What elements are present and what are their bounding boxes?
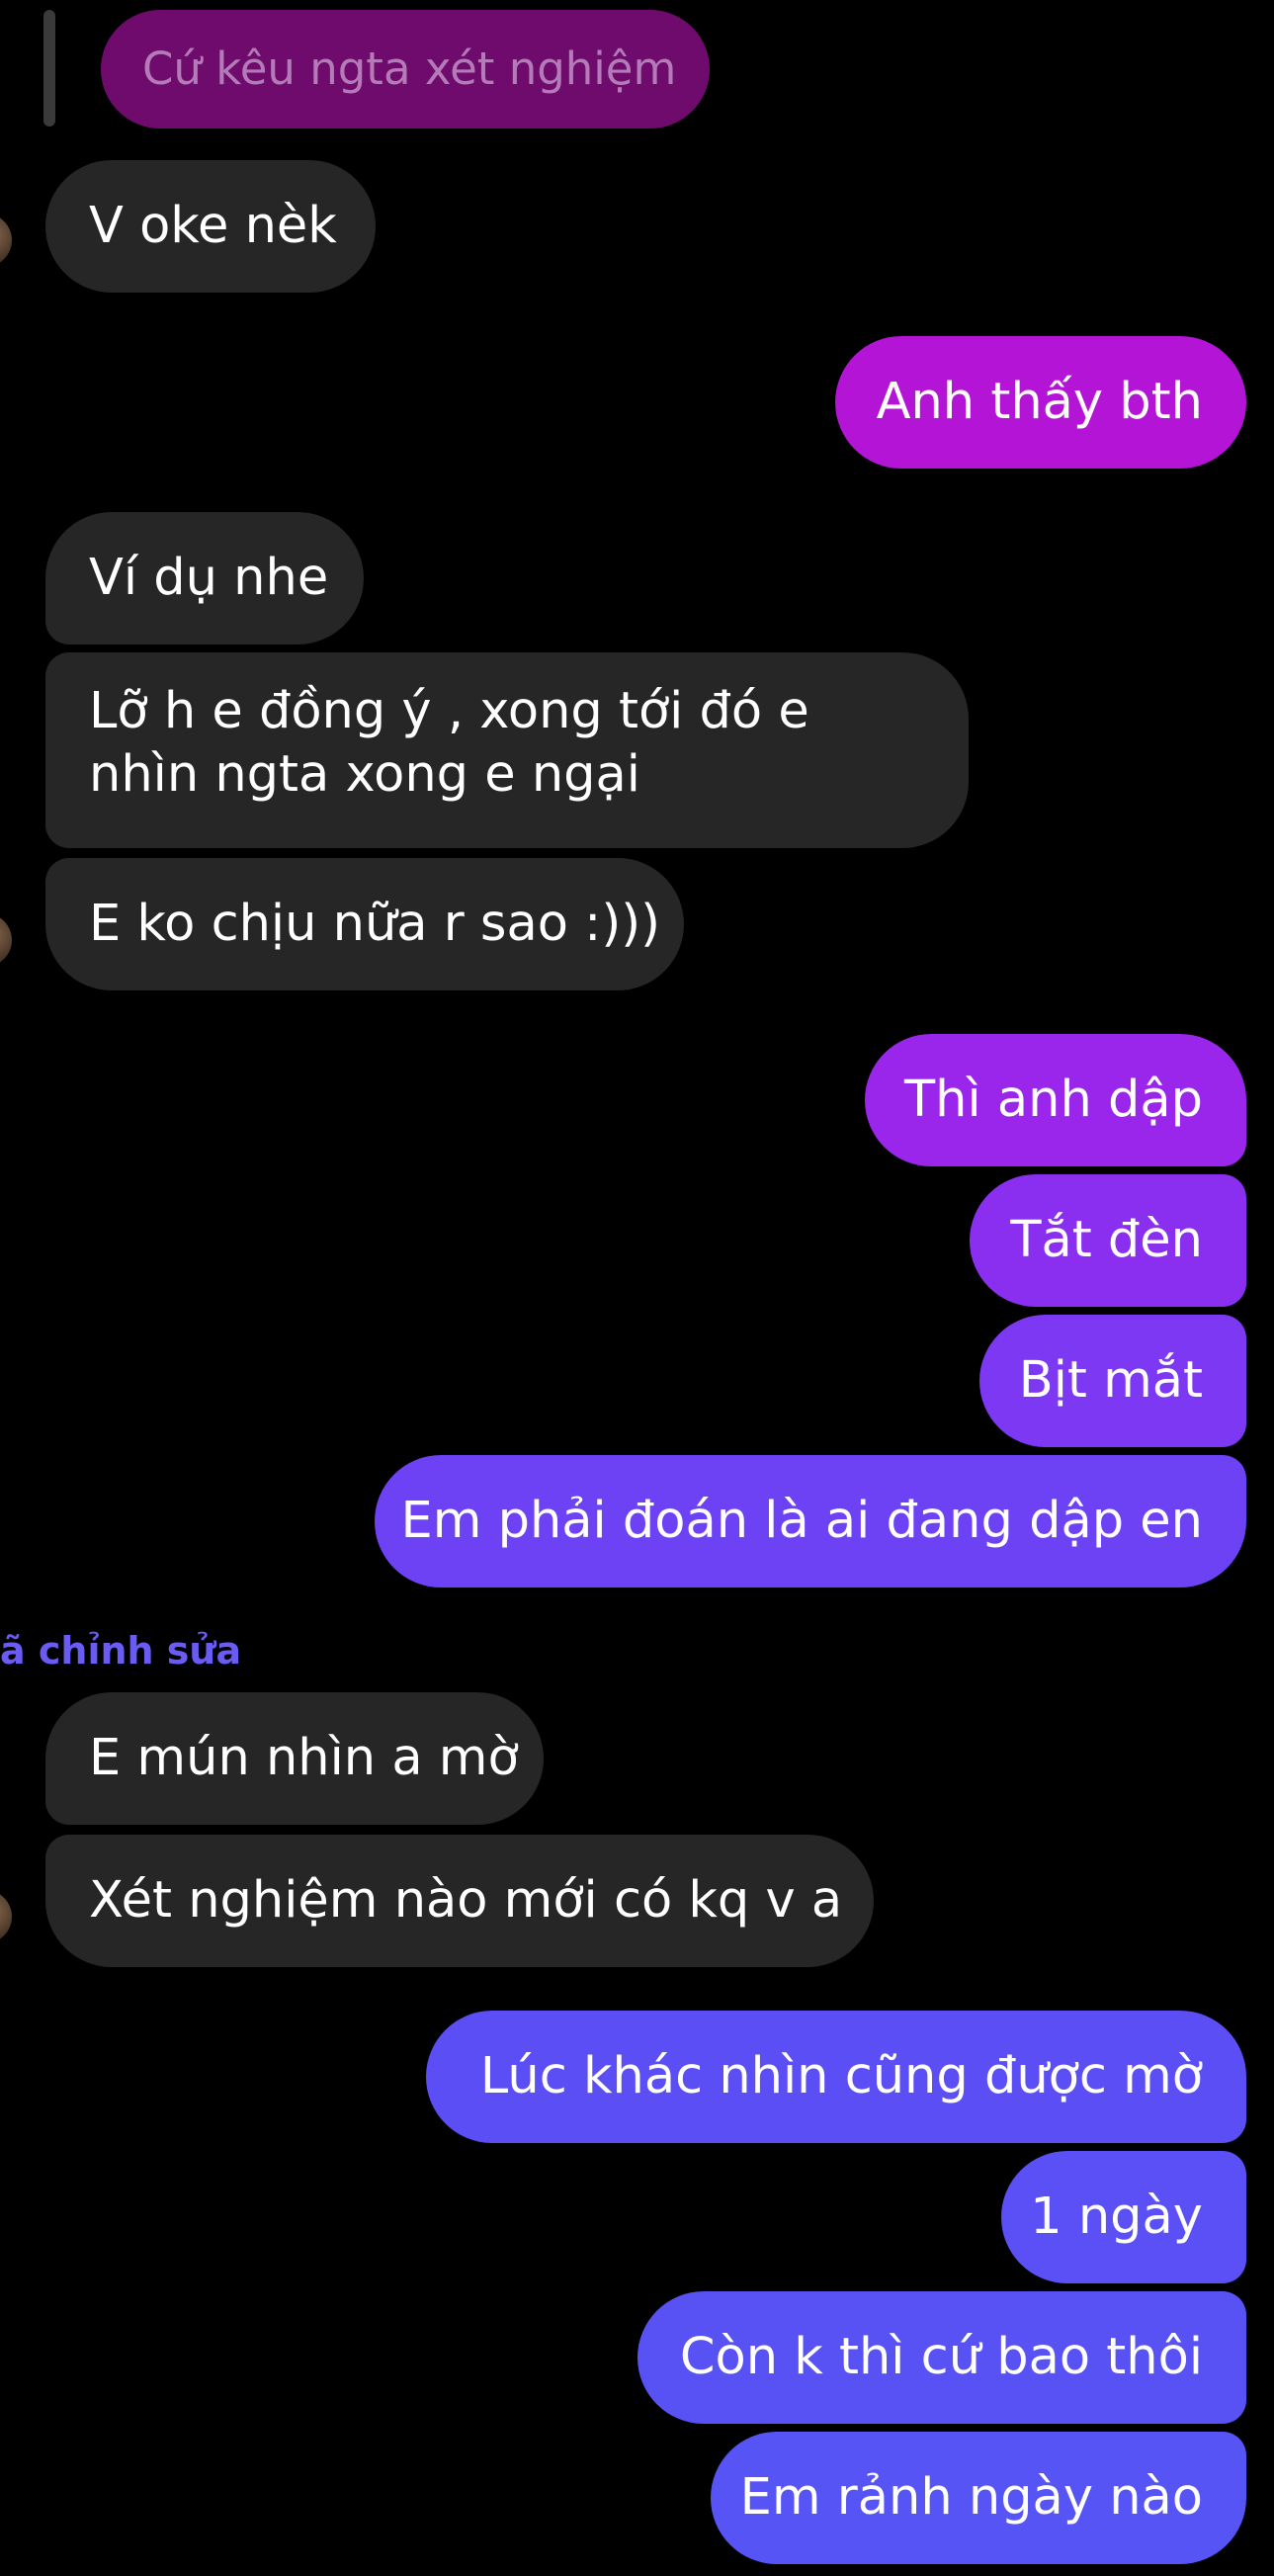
message-text: Bịt mắt: [1018, 1351, 1203, 1410]
message-outgoing[interactable]: Bịt mắt: [979, 1315, 1246, 1447]
message-outgoing[interactable]: 1 ngày: [1001, 2151, 1246, 2283]
message-text: Em rảnh ngày nào: [739, 2468, 1203, 2527]
contact-avatar[interactable]: [0, 1890, 12, 1943]
message-outgoing[interactable]: Anh thấy bth: [835, 336, 1246, 469]
message-text: E ko chịu nữa r sao :))): [89, 895, 661, 953]
message-text: Lúc khác nhìn cũng được mờ: [479, 2047, 1203, 2105]
message-incoming[interactable]: E mún nhìn a mờ: [45, 1692, 544, 1825]
message-text: Thì anh dập: [904, 1071, 1203, 1129]
message-text: Xét nghiệm nào mới có kq v a: [89, 1871, 843, 1930]
edited-label: ã chỉnh sửa: [0, 1629, 242, 1673]
message-text: V oke nèk: [89, 197, 337, 255]
message-incoming[interactable]: Ví dụ nhe: [45, 512, 364, 644]
message-outgoing[interactable]: Thì anh dập: [865, 1034, 1246, 1166]
message-outgoing[interactable]: Em rảnh ngày nào: [711, 2432, 1246, 2564]
message-incoming[interactable]: Lỡ h e đồng ý , xong tới đó e nhìn ngta …: [45, 652, 969, 848]
message-outgoing[interactable]: Tắt đèn: [970, 1174, 1246, 1307]
quoted-reply-text: Cứ kêu ngta xét nghiệm: [142, 43, 677, 95]
message-text: Lỡ h e đồng ý , xong tới đó e nhìn ngta …: [89, 682, 809, 804]
message-text: E mún nhìn a mờ: [89, 1729, 519, 1787]
message-incoming[interactable]: V oke nèk: [45, 160, 376, 293]
message-text: Em phải đoán là ai đang dập en: [400, 1492, 1203, 1550]
message-text: Anh thấy bth: [876, 373, 1203, 431]
contact-avatar[interactable]: [0, 214, 12, 267]
message-text: 1 ngày: [1030, 2188, 1203, 2246]
message-outgoing[interactable]: Em phải đoán là ai đang dập en: [375, 1455, 1246, 1588]
message-outgoing[interactable]: Lúc khác nhìn cũng được mờ: [426, 2011, 1246, 2143]
message-incoming[interactable]: Xét nghiệm nào mới có kq v a: [45, 1835, 874, 1967]
message-text: Ví dụ nhe: [89, 549, 329, 607]
message-text: Tắt đèn: [1010, 1211, 1203, 1269]
message-outgoing[interactable]: Còn k thì cứ bao thôi: [637, 2291, 1246, 2424]
reply-indicator-bar: [43, 10, 55, 127]
message-text: Còn k thì cứ bao thôi: [679, 2328, 1203, 2386]
message-incoming[interactable]: E ko chịu nữa r sao :))): [45, 858, 684, 990]
quoted-reply-bubble[interactable]: Cứ kêu ngta xét nghiệm: [101, 10, 710, 129]
contact-avatar[interactable]: [0, 913, 12, 967]
